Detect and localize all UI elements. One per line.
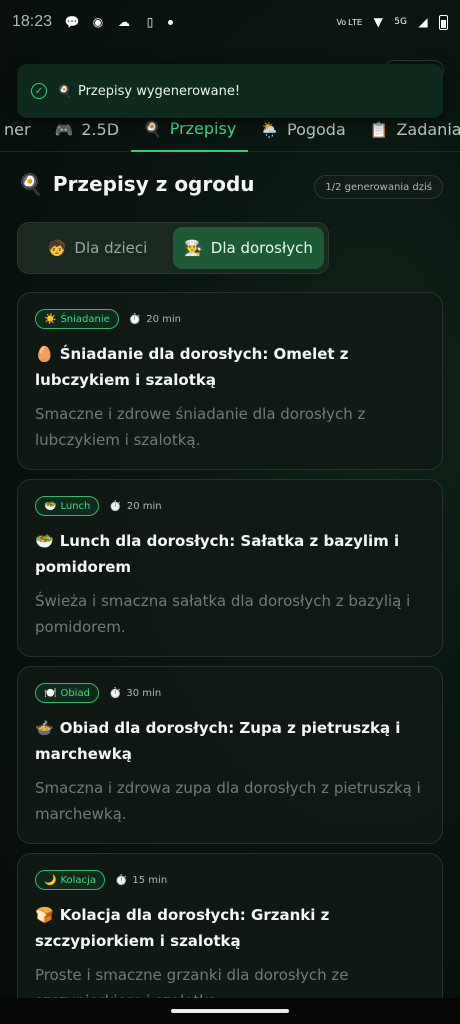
- tab-label: Przepisy: [169, 119, 237, 138]
- chef-icon: 👨‍🍳: [184, 239, 203, 257]
- soup-pot-icon: 🍲: [35, 719, 54, 737]
- recipe-title-text: Kolacja dla dorosłych: Grzanki z szczypi…: [35, 906, 330, 950]
- salad-icon: 🥗: [44, 500, 57, 512]
- toggle-label: Dla dzieci: [74, 239, 148, 257]
- meal-badge-label: Obiad: [60, 687, 90, 699]
- toggle-kids[interactable]: 🧒 Dla dzieci: [22, 227, 173, 269]
- page-title: 🍳 Przepisy z ogrodu: [18, 172, 255, 196]
- success-toast: ✓ 🍳 Przepisy wygenerowane!: [17, 64, 443, 118]
- system-nav-bar: [0, 998, 460, 1024]
- more-notifications-icon: [168, 19, 174, 25]
- volte-label: Vo LTE: [336, 17, 363, 27]
- prep-time-label: 30 min: [126, 687, 162, 699]
- bread-icon: 🍞: [35, 906, 54, 924]
- wifi-icon: ▼: [373, 15, 383, 29]
- chat-notification-icon: 💬: [64, 15, 80, 29]
- prep-time: ⏱️ 30 min: [109, 688, 161, 699]
- recipe-description: Smaczne i zdrowe śniadanie dla dorosłych…: [35, 405, 366, 449]
- recipe-card[interactable]: 🍽️ Obiad ⏱️ 30 min 🍲 Obiad dla dorosłych:…: [17, 666, 443, 844]
- salad-icon: 🥗: [35, 532, 54, 550]
- frying-pan-icon: 🍳: [143, 119, 162, 138]
- gamepad-icon: 🎮: [54, 120, 74, 139]
- network-type-label: 5G: [394, 17, 407, 27]
- child-icon: 🧒: [47, 239, 67, 257]
- recipe-title: 🍲 Obiad dla dorosłych: Zupa z pietruszką …: [35, 715, 425, 767]
- recipe-description: Smaczna i zdrowa zupa dla dorosłych z pi…: [35, 779, 421, 823]
- plate-icon: 🍽️: [44, 687, 57, 699]
- meal-badge: ☀️ Śniadanie: [35, 309, 119, 329]
- stopwatch-icon: ⏱️: [108, 687, 122, 699]
- clipboard-icon: 📋: [369, 120, 389, 139]
- home-gesture-handle[interactable]: [171, 1009, 289, 1013]
- tab-label: 2.5D: [81, 120, 120, 139]
- page-title-text: Przepisy z ogrodu: [52, 172, 255, 196]
- recipe-title: 🥗 Lunch dla dorosłych: Sałatka z bazylim …: [35, 528, 425, 580]
- tab-label: ner: [4, 120, 31, 139]
- meal-badge-label: Śniadanie: [60, 313, 110, 325]
- toast-message: Przepisy wygenerowane!: [77, 83, 241, 99]
- status-time: 18:23: [12, 13, 53, 30]
- prep-time: ⏱️ 15 min: [115, 875, 167, 886]
- tab-label: Zadania (:: [396, 120, 460, 139]
- prep-time: ⏱️ 20 min: [109, 501, 161, 512]
- stopwatch-icon: ⏱️: [109, 500, 122, 512]
- prep-time-label: 20 min: [146, 313, 182, 325]
- stopwatch-icon: ⏱️: [114, 874, 128, 886]
- meal-badge: 🌙 Kolacja: [35, 870, 105, 890]
- recipe-description: Świeża i smaczna sałatka dla dorosłych z…: [35, 592, 411, 636]
- recipe-title: 🥚 Śniadanie dla dorosłych: Omelet z lubcz…: [35, 341, 425, 393]
- tab-label: Pogoda: [286, 120, 346, 139]
- toggle-adults[interactable]: 👨‍🍳 Dla dorosłych: [173, 227, 324, 269]
- recipe-title-text: Śniadanie dla dorosłych: Omelet z lubczy…: [35, 345, 349, 389]
- sun-icon: ☀️: [44, 313, 57, 325]
- meal-badge-label: Lunch: [60, 500, 91, 512]
- stopwatch-icon: ⏱️: [128, 313, 142, 325]
- chrome-notification-icon: ◉: [92, 15, 104, 29]
- check-circle-icon: ✓: [31, 83, 47, 99]
- battery-icon: [439, 14, 448, 30]
- recipe-title-text: Lunch dla dorosłych: Sałatka z bazylim i…: [35, 532, 400, 576]
- recipe-card[interactable]: ☀️ Śniadanie ⏱️ 20 min 🥚 Śniadanie dla do…: [17, 292, 443, 470]
- toggle-label: Dla dorosłych: [210, 239, 313, 257]
- prep-time-label: 15 min: [132, 874, 168, 886]
- phone-notification-icon: ▯: [146, 15, 154, 29]
- generation-count-badge: 1/2 generowania dziś: [314, 175, 443, 199]
- signal-icon: ◢: [418, 15, 428, 29]
- toast-emoji-icon: 🍳: [57, 84, 72, 98]
- meal-badge-label: Kolacja: [60, 874, 96, 886]
- meal-badge: 🥗 Lunch: [35, 496, 100, 516]
- recipe-title-text: Obiad dla dorosłych: Zupa z pietruszką i…: [35, 719, 401, 763]
- frying-pan-icon: 🍳: [18, 172, 43, 196]
- recipe-card[interactable]: 🥗 Lunch ⏱️ 20 min 🥗 Lunch dla dorosłych: …: [17, 479, 443, 657]
- weather-icon: 🌦️: [260, 120, 279, 139]
- meal-badge: 🍽️ Obiad: [35, 683, 99, 703]
- prep-time-label: 20 min: [126, 500, 162, 512]
- recipe-title: 🍞 Kolacja dla dorosłych: Grzanki z szczyp…: [35, 902, 425, 954]
- status-bar: 18:23 💬 ◉ ☁ ▯ Vo LTE ▼ 5G ◢: [0, 0, 460, 44]
- prep-time: ⏱️ 20 min: [129, 314, 181, 325]
- moon-icon: 🌙: [44, 874, 57, 886]
- app-notification-icon: ☁: [118, 15, 131, 29]
- egg-icon: 🥚: [35, 345, 54, 363]
- audience-toggle: 🧒 Dla dzieci 👨‍🍳 Dla dorosłych: [17, 222, 329, 274]
